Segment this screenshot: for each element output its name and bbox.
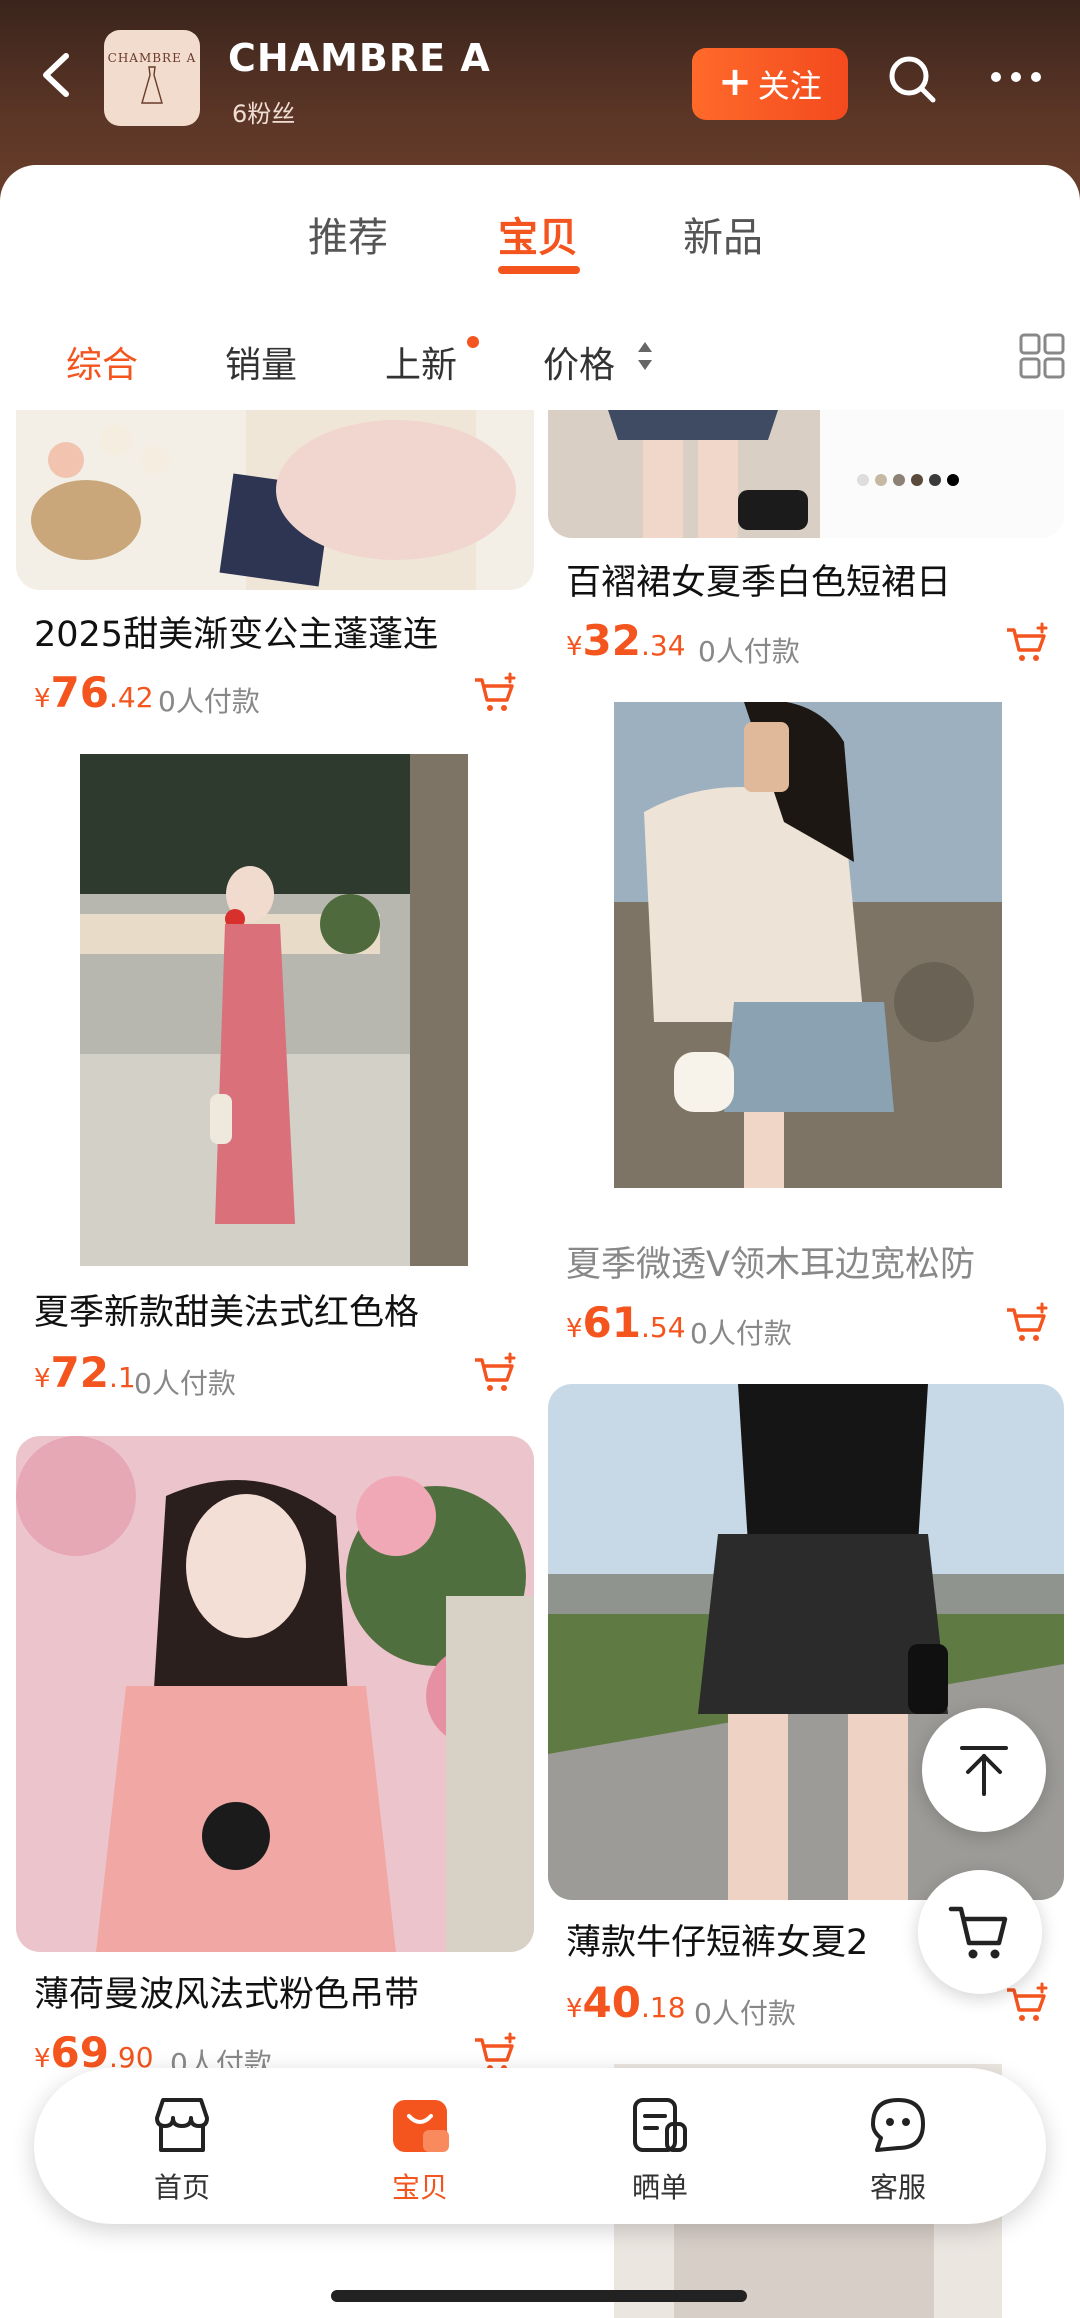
follow-button[interactable]: + 关注	[692, 48, 848, 120]
new-dot-badge	[467, 336, 479, 348]
sort-overall[interactable]: 综合	[66, 336, 138, 388]
product-price: ¥76.42	[34, 668, 154, 717]
chat-icon	[871, 2098, 925, 2152]
grid-view-icon[interactable]	[1018, 332, 1066, 380]
product-image[interactable]	[614, 702, 1002, 1188]
dress-icon	[141, 66, 163, 104]
sort-price[interactable]: 价格	[543, 336, 615, 388]
shop-name[interactable]: CHAMBRE A	[228, 36, 491, 80]
product-image[interactable]	[16, 410, 534, 590]
nav-reviews-label: 晒单	[631, 2171, 688, 2204]
more-icon[interactable]	[988, 62, 1044, 92]
add-to-cart-icon[interactable]	[1004, 1302, 1050, 1344]
cart-icon	[948, 1906, 1008, 1959]
product-title[interactable]: 夏季新款甜美法式红色格	[34, 1284, 514, 1335]
product-image[interactable]	[16, 1436, 534, 1952]
tab-products[interactable]: 宝贝	[498, 205, 578, 263]
product-feed[interactable]: 2025甜美渐变公主蓬蓬连 ¥76.42 0人付款 百褶裙女夏季白色短裙日 ¥3…	[0, 410, 1080, 2318]
nav-service-label: 客服	[869, 2171, 926, 2204]
sort-newest[interactable]: 上新	[385, 336, 457, 388]
add-to-cart-icon[interactable]	[1004, 622, 1050, 664]
scroll-to-top-button[interactable]	[922, 1708, 1046, 1832]
nav-service[interactable]: 客服	[828, 2094, 968, 2206]
product-title[interactable]: 百褶裙女夏季白色短裙日	[566, 554, 1046, 605]
follow-label: 关注	[757, 67, 822, 105]
product-image[interactable]	[548, 410, 1064, 538]
fans-count: 6粉丝	[232, 100, 296, 128]
sort-arrows-icon[interactable]	[636, 338, 654, 374]
bag-icon	[393, 2100, 449, 2152]
product-title[interactable]: 薄荷曼波风法式粉色吊带	[34, 1966, 514, 2017]
shop-logo[interactable]: CHAMBRE A	[104, 30, 200, 126]
add-to-cart-icon[interactable]	[472, 1352, 518, 1394]
home-indicator	[331, 2290, 747, 2302]
product-price: ¥32.34	[566, 616, 686, 665]
tab-recommend[interactable]: 推荐	[308, 205, 388, 263]
sort-sales[interactable]: 销量	[225, 336, 297, 388]
paid-count: 0人付款	[134, 1367, 236, 1400]
nav-products[interactable]: 宝贝	[350, 2094, 490, 2206]
review-icon	[633, 2098, 687, 2152]
back-arrow-icon[interactable]	[36, 50, 76, 100]
search-icon[interactable]	[885, 52, 939, 106]
product-price: ¥40.18	[566, 1978, 686, 2027]
product-image[interactable]	[80, 754, 468, 1266]
product-price: ¥72.1	[34, 1348, 136, 1397]
logo-text: CHAMBRE A	[107, 51, 197, 65]
shopping-cart-button[interactable]	[918, 1870, 1042, 1994]
active-tab-indicator	[498, 266, 580, 274]
paid-count: 0人付款	[698, 635, 800, 668]
store-icon	[155, 2098, 209, 2152]
arrow-up-icon	[960, 1746, 1008, 1796]
add-to-cart-icon[interactable]	[472, 672, 518, 714]
paid-count: 0人付款	[690, 1317, 792, 1350]
paid-count: 0人付款	[158, 685, 260, 718]
nav-products-label: 宝贝	[391, 2171, 448, 2204]
nav-home-label: 首页	[153, 2171, 210, 2204]
plus-icon: +	[718, 59, 752, 105]
paid-count: 0人付款	[694, 1997, 796, 2030]
product-title[interactable]: 夏季微透V领木耳边宽松防	[566, 1236, 1046, 1287]
tab-new[interactable]: 新品	[683, 205, 763, 263]
nav-reviews[interactable]: 晒单	[590, 2094, 730, 2206]
add-to-cart-icon[interactable]	[1004, 1982, 1050, 2024]
product-title[interactable]: 2025甜美渐变公主蓬蓬连	[34, 606, 514, 657]
nav-home[interactable]: 首页	[112, 2094, 252, 2206]
bottom-navigation: 首页 宝贝 晒单 客服	[34, 2068, 1046, 2224]
product-price: ¥61.54	[566, 1298, 686, 1347]
product-title[interactable]: 薄款牛仔短裤女夏2	[566, 1914, 926, 1965]
